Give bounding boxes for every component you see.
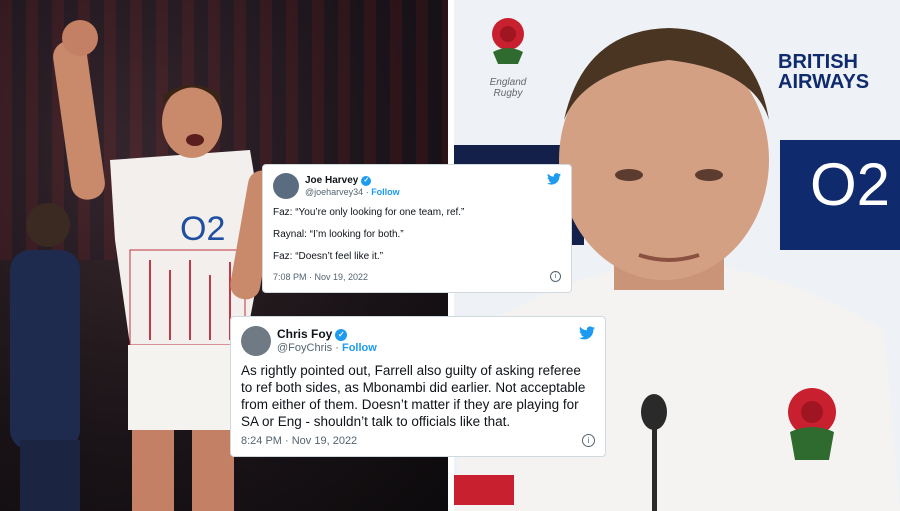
author-handle[interactable]: @joeharvey34 bbox=[305, 187, 363, 197]
tweet-line: Raynal: “I’m looking for both.” bbox=[273, 229, 404, 240]
tweet-line: Faz: “Doesn’t feel like it.” bbox=[273, 251, 384, 262]
verified-badge-icon: ✓ bbox=[361, 175, 372, 186]
author-handle[interactable]: @FoyChris bbox=[277, 342, 332, 354]
tweet-body: Faz: “You’re only looking for one team, … bbox=[273, 207, 561, 263]
follow-link[interactable]: Follow bbox=[342, 342, 377, 354]
info-icon[interactable]: i bbox=[550, 271, 561, 282]
tweet-header: Chris Foy ✓ @FoyChris · Follow bbox=[241, 326, 595, 356]
follow-link[interactable]: Follow bbox=[371, 187, 400, 197]
info-icon[interactable]: i bbox=[582, 434, 595, 447]
tweet-footer: 8:24 PM · Nov 19, 2022 i bbox=[241, 434, 595, 447]
avatar[interactable] bbox=[241, 326, 271, 356]
tweet-footer: 7:08 PM · Nov 19, 2022 i bbox=[273, 271, 561, 282]
tweet-timestamp[interactable]: 7:08 PM · Nov 19, 2022 bbox=[273, 272, 368, 282]
avatar[interactable] bbox=[273, 173, 299, 199]
tweet-line: Faz: “You’re only looking for one team, … bbox=[273, 207, 465, 218]
twitter-bird-icon[interactable] bbox=[547, 173, 561, 185]
tweet-card-chris-foy[interactable]: Chris Foy ✓ @FoyChris · Follow As rightl… bbox=[230, 316, 606, 457]
verified-badge-icon: ✓ bbox=[335, 328, 348, 341]
tweet-card-joe-harvey[interactable]: Joe Harvey ✓ @joeharvey34 · Follow Faz: … bbox=[262, 164, 572, 293]
twitter-bird-icon[interactable] bbox=[579, 326, 595, 340]
author-name[interactable]: Joe Harvey bbox=[305, 175, 358, 187]
tweet-header: Joe Harvey ✓ @joeharvey34 · Follow bbox=[273, 173, 561, 199]
tweet-body: As rightly pointed out, Farrell also gui… bbox=[241, 363, 586, 429]
author-name[interactable]: Chris Foy bbox=[277, 327, 332, 342]
kit-sponsor-text: O2 bbox=[180, 210, 225, 248]
tweet-timestamp[interactable]: 8:24 PM · Nov 19, 2022 bbox=[241, 435, 357, 447]
